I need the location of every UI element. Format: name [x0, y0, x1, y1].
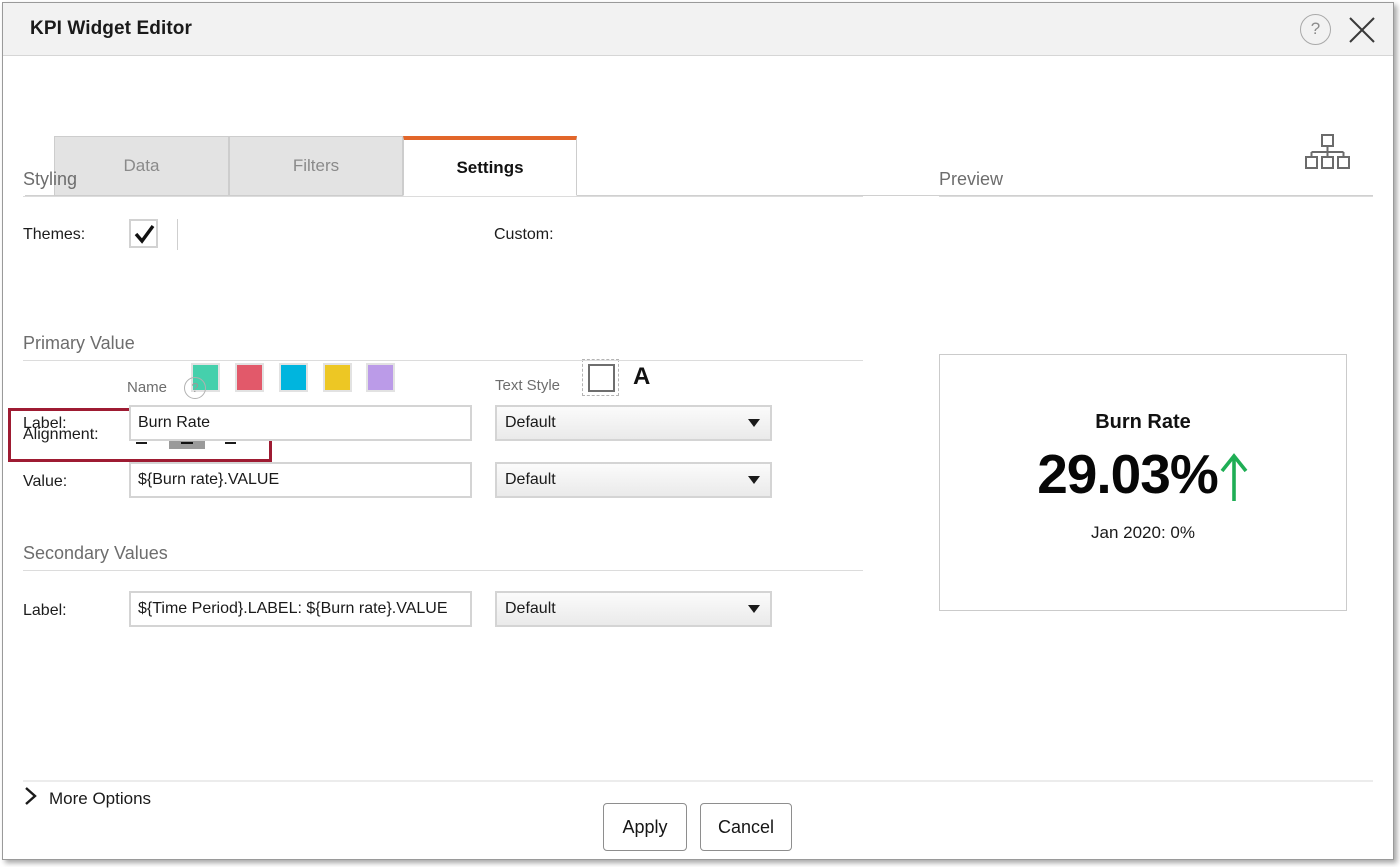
name-help-icon[interactable]: ?: [184, 377, 206, 399]
dialog-titlebar: KPI Widget Editor ?: [3, 3, 1393, 56]
tab-settings[interactable]: Settings: [403, 136, 577, 196]
primary-label-textstyle-value: Default: [505, 414, 556, 431]
preview-divider: [939, 196, 1373, 197]
kpi-preview-value: 29.03%: [1037, 443, 1219, 505]
secondary-values-divider: [23, 570, 863, 571]
preview-heading: Preview: [939, 169, 1004, 189]
kpi-preview-value-row: 29.03%: [940, 447, 1346, 508]
tab-settings-label: Settings: [456, 157, 524, 177]
help-icon[interactable]: ?: [1300, 14, 1331, 45]
styling-section-heading: Styling: [23, 169, 78, 189]
kpi-preview-card: Burn Rate 29.03% Jan 2020: 0%: [939, 354, 1347, 611]
primary-value-textstyle-select[interactable]: Default: [495, 462, 772, 498]
primary-value-row-label: Value:: [23, 473, 68, 490]
name-column-header: Name: [127, 379, 168, 396]
themes-label: Themes:: [23, 226, 86, 243]
primary-value-textstyle-value: Default: [505, 471, 556, 488]
theme-swatch-cyan[interactable]: [279, 363, 308, 392]
secondary-label-textstyle-value: Default: [505, 600, 556, 617]
kpi-preview-subtitle: Jan 2020: 0%: [1091, 523, 1195, 542]
apply-button[interactable]: Apply: [603, 803, 687, 851]
theme-swatch-purple[interactable]: [366, 363, 395, 392]
custom-text-color-icon[interactable]: A: [633, 363, 650, 391]
secondary-label-textstyle-select[interactable]: Default: [495, 591, 772, 627]
dialog-title: KPI Widget Editor: [30, 18, 192, 39]
text-style-column-header: Text Style: [495, 377, 561, 394]
chevron-down-icon: [748, 476, 760, 484]
footer-divider: [23, 780, 1373, 782]
chevron-right-icon: [23, 785, 39, 812]
tab-bar: Data Filters Settings: [3, 56, 1393, 196]
primary-value-heading: Primary Value: [23, 333, 135, 353]
kpi-preview-title: Burn Rate: [1095, 411, 1191, 433]
cancel-button[interactable]: Cancel: [700, 803, 792, 851]
theme-swatch-yellow[interactable]: [323, 363, 352, 392]
custom-label: Custom:: [494, 226, 554, 243]
secondary-values-heading: Secondary Values: [23, 543, 168, 563]
primary-label-input[interactable]: [129, 405, 472, 441]
primary-label-row-label: Label:: [23, 415, 67, 432]
themes-divider: [177, 219, 178, 250]
chevron-down-icon: [748, 419, 760, 427]
styling-divider: [23, 196, 863, 197]
more-options-toggle[interactable]: More Options: [23, 785, 151, 812]
custom-color-swatch[interactable]: [582, 359, 619, 396]
kpi-widget-editor-dialog: KPI Widget Editor ? Data Filters Setting…: [2, 2, 1394, 860]
primary-value-divider: [23, 360, 863, 361]
custom-color-inner: [588, 364, 615, 392]
more-options-label: More Options: [49, 788, 152, 808]
theme-swatch-red[interactable]: [235, 363, 264, 392]
primary-value-input[interactable]: [129, 462, 472, 498]
check-icon: [134, 224, 155, 244]
themes-checkbox[interactable]: [129, 219, 158, 248]
chevron-down-icon: [748, 605, 760, 613]
arrow-up-icon: [1219, 449, 1249, 508]
primary-label-textstyle-select[interactable]: Default: [495, 405, 772, 441]
secondary-label-input[interactable]: [129, 591, 472, 627]
close-icon[interactable]: [1345, 13, 1379, 47]
dialog-body: Styling Themes: Custom: A Alignment: Pri…: [3, 145, 1393, 808]
secondary-label-row-label: Label:: [23, 602, 67, 619]
